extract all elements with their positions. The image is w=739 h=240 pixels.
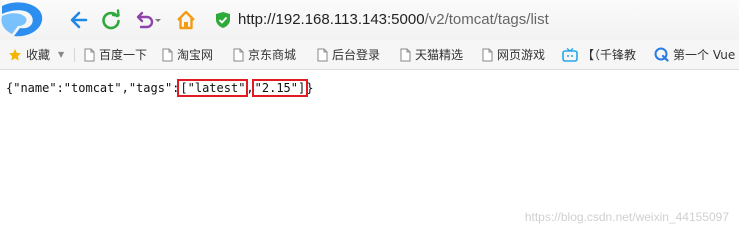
bookmark-baidu[interactable]: 百度一下	[84, 40, 147, 69]
bookmark-label: 网页游戏	[497, 48, 546, 62]
page-icon	[233, 48, 244, 61]
bookmark-label: 淘宝网	[177, 48, 214, 62]
back-arrow-icon[interactable]	[68, 9, 90, 31]
bookmark-label: 京东商城	[248, 48, 297, 62]
q-icon	[654, 47, 669, 62]
page-icon	[162, 48, 173, 61]
address-bar[interactable]: http://192.168.113.143:5000/v2/tomcat/ta…	[238, 11, 549, 29]
page-content: {"name":"tomcat","tags":["latest","2.15"…	[0, 70, 739, 232]
json-suffix: }	[306, 81, 314, 95]
bookmark-first-vue[interactable]: 第一个 Vue	[654, 40, 735, 69]
url-host: http://192.168.113.143:5000	[238, 11, 425, 28]
bookmark-favorites[interactable]: 收藏 ▼	[8, 40, 64, 69]
browser-toolbar: http://192.168.113.143:5000/v2/tomcat/ta…	[0, 0, 739, 40]
star-icon	[9, 48, 21, 61]
page-icon	[482, 48, 493, 61]
bookmark-label: 天猫精选	[415, 48, 464, 62]
page-icon	[400, 48, 411, 61]
bookmark-label: 百度一下	[99, 48, 148, 62]
bookmarks-bar: 收藏 ▼ 百度一下 淘宝网 京东商城 后台登录 天猫精选 网页游戏 【（千锋教	[0, 40, 739, 70]
divider	[74, 48, 75, 62]
bookmark-label: 后台登录	[332, 48, 381, 62]
page-icon	[317, 48, 328, 61]
bookmark-admin-login[interactable]: 后台登录	[317, 40, 380, 69]
tv-icon	[562, 47, 578, 62]
secure-shield-icon	[216, 12, 230, 28]
json-response: {"name":"tomcat","tags":["latest","2.15"…	[6, 79, 314, 97]
json-prefix: {"name":"tomcat","tags":	[6, 81, 180, 95]
bookmark-taobao[interactable]: 淘宝网	[162, 40, 213, 69]
page-icon	[84, 48, 95, 61]
bookmark-label: 【（千锋教	[582, 48, 637, 62]
url-path: /v2/tomcat/tags/list	[424, 11, 549, 28]
highlight-box-tag-latest: ["latest"	[177, 79, 249, 97]
json-comma: ,	[246, 81, 254, 95]
highlight-box-tag-version: "2.15"]	[251, 79, 309, 97]
bookmark-label: 第一个 Vue	[673, 48, 736, 62]
chevron-down-icon[interactable]: ▼	[58, 50, 64, 59]
browser-logo-icon[interactable]	[0, 0, 50, 40]
bookmark-label: 收藏	[26, 48, 51, 62]
bookmark-web-games[interactable]: 网页游戏	[482, 40, 545, 69]
bookmark-qianfeng[interactable]: 【（千锋教	[562, 40, 636, 69]
reload-icon[interactable]	[100, 9, 122, 31]
undo-icon[interactable]	[133, 9, 163, 31]
bookmark-tmall[interactable]: 天猫精选	[400, 40, 463, 69]
home-icon[interactable]	[175, 9, 197, 31]
watermark: https://blog.csdn.net/weixin_44155097	[524, 210, 729, 224]
bookmark-jd[interactable]: 京东商城	[233, 40, 296, 69]
